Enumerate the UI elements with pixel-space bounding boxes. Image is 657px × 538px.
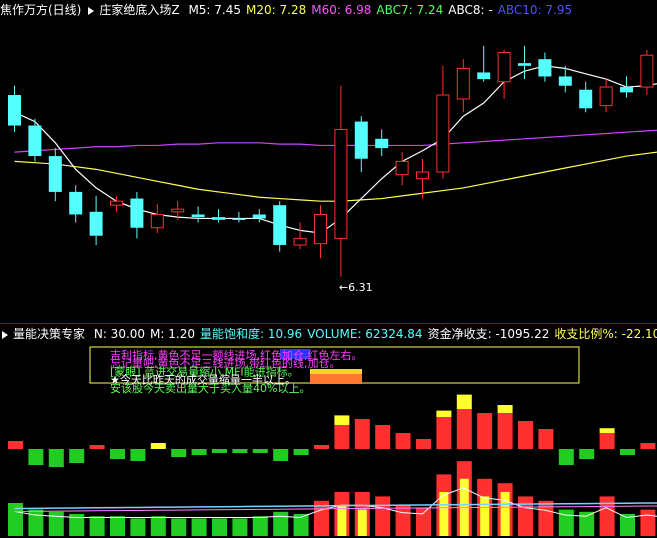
money-flow-bar — [579, 449, 595, 459]
volume-bar — [395, 505, 411, 536]
candle-body — [150, 213, 164, 229]
money-flow-bar — [620, 449, 635, 455]
candle-body — [558, 76, 572, 86]
candle-body — [477, 72, 491, 80]
candle-body — [8, 95, 21, 126]
volume-bar — [212, 518, 227, 536]
low-price-annotation: ←6.31 — [339, 281, 373, 294]
candle-body — [48, 156, 62, 192]
candle-body — [110, 200, 123, 206]
money-flow-bar — [436, 417, 452, 449]
money-flow-bar — [477, 413, 493, 449]
money-flow-bar — [334, 425, 350, 449]
volume-inner-bar — [357, 509, 367, 536]
candle-body — [620, 87, 633, 93]
money-flow-bar — [130, 449, 146, 461]
money-flow-bar — [538, 429, 554, 449]
money-flow-bar — [599, 433, 615, 449]
volume-bar — [518, 496, 533, 536]
candle-body — [599, 86, 613, 107]
money-flow-bar — [416, 439, 431, 449]
candle-body — [89, 211, 103, 236]
candle-body — [436, 94, 450, 173]
volume-bar — [538, 500, 554, 536]
money-flow-bar — [212, 449, 227, 453]
candle-body — [640, 54, 654, 88]
kline-chart[interactable]: ←6.31吉利指标,黄色不足一额线进场,红色加仓,红色左右。忘记量吧,黄色不足三… — [0, 0, 657, 538]
candle-body — [334, 129, 348, 239]
money-flow-bar — [558, 449, 574, 465]
volume-bar — [48, 511, 64, 536]
volume-bar — [130, 518, 146, 536]
candle-body — [130, 198, 144, 228]
money-flow-bar — [191, 449, 207, 455]
money-flow-bar — [150, 443, 166, 449]
candle-body — [212, 217, 225, 220]
candle-body — [579, 89, 593, 109]
money-flow-bar — [69, 449, 85, 463]
money-flow-bar — [314, 445, 329, 449]
volume-bar — [599, 496, 615, 536]
volume-bar — [252, 516, 268, 536]
volume-bar — [150, 516, 166, 536]
candle-body — [171, 208, 185, 213]
candle-body — [232, 218, 246, 220]
candle-body — [375, 138, 389, 149]
candle-body — [273, 205, 287, 245]
candle-body — [252, 214, 266, 219]
money-flow-bar — [293, 449, 309, 455]
money-flow-bar — [89, 445, 105, 449]
money-flow-bar — [48, 449, 64, 467]
volume-bar — [89, 516, 105, 536]
money-flow-bar — [273, 449, 289, 461]
volume-bar — [273, 511, 289, 536]
money-flow-bar — [8, 441, 23, 449]
volume-bar — [191, 518, 207, 536]
volume-bar — [28, 509, 44, 536]
money-flow-bar — [518, 421, 533, 449]
candle-body — [395, 160, 409, 176]
candle-body — [69, 191, 83, 215]
volume-inner-bar — [480, 496, 490, 536]
volume-bar — [416, 507, 431, 536]
candle-body — [456, 67, 470, 100]
money-flow-bar — [395, 433, 411, 449]
volume-inner-bar — [500, 492, 510, 536]
candle-body — [293, 237, 307, 246]
money-flow-bar — [252, 449, 268, 453]
volume-bar — [375, 496, 391, 536]
money-flow-cap — [456, 394, 472, 409]
money-flow-bar — [456, 409, 472, 449]
candle-body — [538, 59, 552, 77]
money-flow-cap — [497, 405, 513, 413]
money-flow-bar — [232, 449, 248, 453]
money-flow-cap — [599, 428, 615, 433]
candle-body — [354, 121, 368, 159]
money-flow-bar — [110, 449, 125, 459]
money-flow-bar — [497, 413, 513, 449]
candle-body — [416, 171, 429, 180]
volume-bar — [640, 509, 656, 536]
candle-body — [314, 213, 327, 245]
money-flow-bar — [640, 443, 656, 449]
volume-inner-bar — [439, 492, 449, 536]
money-flow-bar — [354, 419, 370, 449]
candle-body — [28, 125, 42, 157]
candle-body — [518, 63, 531, 66]
money-flow-bar — [375, 425, 391, 449]
volume-bar — [232, 518, 248, 536]
volume-inner-bar — [337, 505, 347, 536]
volume-bar — [110, 516, 125, 536]
volume-bar — [171, 518, 187, 536]
money-flow-cap — [334, 415, 350, 425]
candle-body — [497, 52, 511, 83]
money-flow-bar — [28, 449, 44, 465]
money-flow-cap — [436, 410, 452, 417]
legend-line-4: 安该股今天卖出量大于买入量40%以上。 — [110, 381, 310, 395]
candle-body — [191, 214, 205, 218]
money-flow-bar — [171, 449, 187, 457]
